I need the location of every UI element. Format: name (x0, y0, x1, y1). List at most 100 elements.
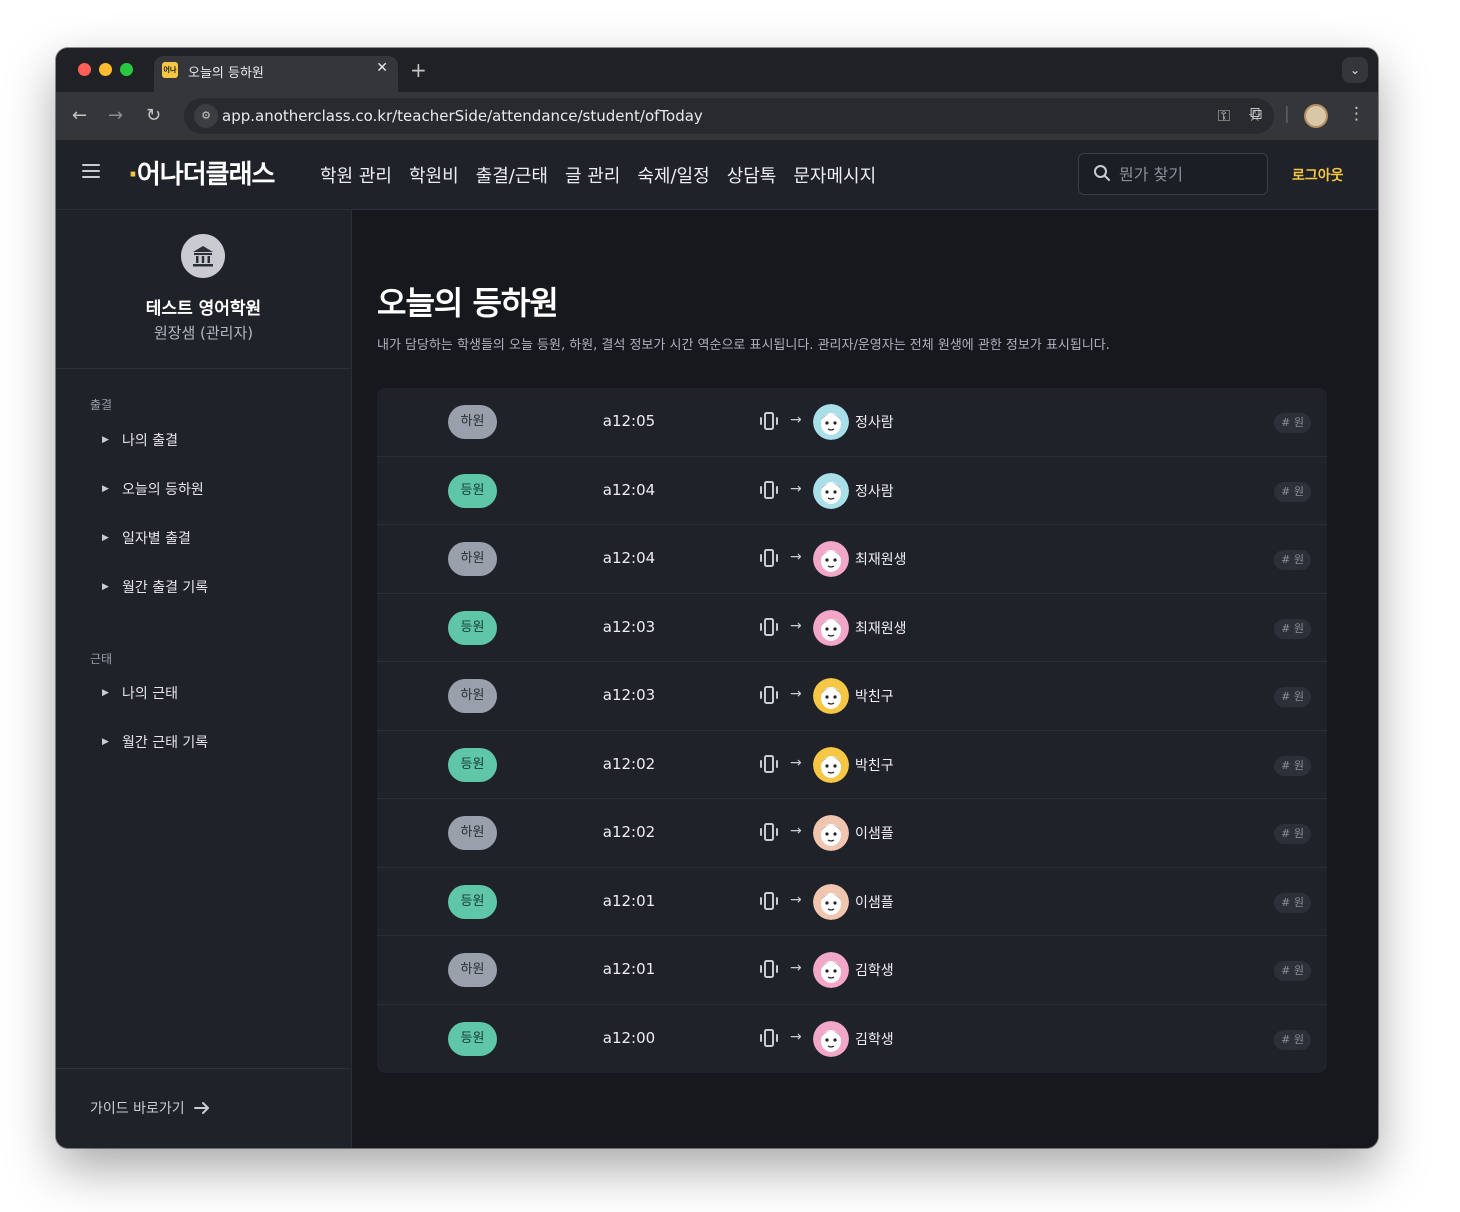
class-tag[interactable]: # 원 (1274, 824, 1311, 844)
arrow-right-icon: → (790, 686, 802, 702)
nav-consult-chat[interactable]: 상담톡 (727, 162, 777, 188)
forward-icon[interactable]: → (108, 104, 123, 128)
arrow-right-icon: → (790, 1028, 802, 1045)
sidebar-item-today-attendance[interactable]: ▶ 오늘의 등하원 (102, 479, 204, 499)
student-avatar[interactable] (813, 678, 849, 714)
attendance-time: a12:04 (602, 549, 656, 567)
close-window-button[interactable] (78, 63, 91, 76)
sidebar-item-my-attendance[interactable]: ▶ 나의 출결 (102, 430, 178, 450)
extensions-icon[interactable]: ⧉ (1250, 104, 1262, 124)
close-icon[interactable]: ✕ (376, 60, 388, 76)
search-input[interactable] (1119, 160, 1259, 188)
guide-link[interactable]: 가이드 바로가기 (90, 1098, 211, 1118)
student-name[interactable]: 김학생 (855, 960, 894, 980)
sidebar-item-label: 나의 근태 (122, 686, 178, 702)
student-name[interactable]: 김학생 (855, 1029, 894, 1049)
sidebar: 테스트 영어학원 원장샘 (관리자) 출결 ▶ 나의 출결 ▶ 오늘의 등하원 … (56, 210, 352, 1148)
student-name[interactable]: 최재원생 (855, 549, 907, 569)
status-badge: 등원 (448, 1021, 497, 1056)
status-badge: 등원 (448, 884, 497, 919)
student-name[interactable]: 정사람 (855, 412, 894, 432)
student-avatar[interactable] (813, 541, 849, 577)
minimize-window-button[interactable] (99, 63, 112, 76)
table-row[interactable]: 등원 a12:01 → 이샘플 # 원 (377, 868, 1327, 936)
attendance-time: a12:04 (602, 480, 656, 499)
search-box[interactable] (1078, 153, 1268, 195)
student-name[interactable]: 이샘플 (855, 892, 894, 912)
key-icon[interactable]: ⚿ (1218, 106, 1230, 126)
attendance-time: a12:02 (602, 754, 656, 773)
attendance-time: a12:00 (602, 1028, 656, 1047)
table-row[interactable]: 하원 a12:03 → 박친구 # 원 (377, 662, 1327, 731)
toolbar-divider: | (1284, 104, 1290, 124)
nav-tuition[interactable]: 학원비 (409, 162, 459, 188)
table-row[interactable]: 하원 a12:04 → 최재원생 # 원 (377, 525, 1327, 594)
class-tag[interactable]: # 원 (1274, 961, 1311, 981)
nav-attendance[interactable]: 출결/근태 (476, 162, 548, 188)
class-tag[interactable]: # 원 (1274, 687, 1311, 707)
table-row[interactable]: 등원 a12:04 → 정사람 # 원 (377, 457, 1327, 525)
student-name[interactable]: 이샘플 (855, 823, 894, 843)
student-avatar[interactable] (813, 746, 849, 783)
student-avatar[interactable] (813, 815, 849, 851)
student-avatar[interactable] (813, 404, 849, 440)
reload-icon[interactable]: ↻ (146, 104, 161, 128)
profile-avatar[interactable] (1304, 104, 1328, 128)
maximize-window-button[interactable] (120, 63, 133, 76)
app-header: ·어나더클래스 학원 관리 학원비 출결/근태 글 관리 숙제/일정 상담톡 문… (56, 140, 1378, 210)
status-badge: 등원 (448, 747, 497, 782)
table-row[interactable]: 등원 a12:00 → 김학생 # 원 (377, 1005, 1327, 1074)
sidebar-item-label: 일자별 출결 (122, 531, 191, 547)
sidebar-item-my-work[interactable]: ▶ 나의 근태 (102, 683, 178, 703)
site-settings-icon[interactable]: ⚙ (194, 104, 218, 128)
student-avatar[interactable] (813, 883, 849, 920)
app-logo[interactable]: ·어나더클래스 (128, 154, 275, 191)
device-icon (760, 686, 778, 704)
class-tag[interactable]: # 원 (1274, 413, 1311, 433)
student-name[interactable]: 최재원생 (855, 618, 907, 638)
student-avatar[interactable] (813, 609, 849, 646)
arrow-right-icon: → (790, 754, 802, 771)
student-name[interactable]: 박친구 (855, 755, 894, 775)
nav-homework-schedule[interactable]: 숙제/일정 (637, 162, 709, 188)
table-row[interactable]: 등원 a12:02 → 박친구 # 원 (377, 731, 1327, 799)
logout-button[interactable]: 로그아웃 (1292, 165, 1344, 185)
page-description: 내가 담당하는 학생들의 오늘 등원, 하원, 결석 정보가 시간 역순으로 표… (377, 338, 1110, 353)
back-icon[interactable]: ← (72, 104, 87, 128)
url-text[interactable]: app.anotherclass.co.kr/teacherSide/atten… (222, 107, 703, 125)
attendance-time: a12:03 (602, 686, 656, 704)
page-title: 오늘의 등하원 (377, 284, 559, 322)
attendance-time: a12:03 (602, 617, 656, 636)
address-bar[interactable]: ⚙ app.anotherclass.co.kr/teacherSide/att… (184, 98, 1274, 134)
class-tag[interactable]: # 원 (1274, 481, 1311, 502)
nav-academy-management[interactable]: 학원 관리 (320, 162, 392, 188)
nav-sms[interactable]: 문자메시지 (793, 162, 876, 188)
sidebar-item-label: 나의 출결 (122, 433, 178, 449)
sidebar-item-monthly-work[interactable]: ▶ 월간 근태 기록 (102, 732, 208, 752)
nav-posts[interactable]: 글 관리 (565, 162, 620, 188)
student-name[interactable]: 박친구 (855, 686, 894, 706)
chevron-down-icon[interactable]: ⌄ (1342, 57, 1368, 83)
more-menu-icon[interactable]: ⋮ (1348, 104, 1365, 124)
status-badge: 하원 (448, 405, 497, 439)
sidebar-item-daily-attendance[interactable]: ▶ 일자별 출결 (102, 528, 191, 548)
table-row[interactable]: 하원 a12:02 → 이샘플 # 원 (377, 799, 1327, 868)
browser-tab[interactable]: 어나 오늘의 등하원 ✕ (154, 56, 398, 92)
table-row[interactable]: 등원 a12:03 → 최재원생 # 원 (377, 594, 1327, 662)
student-avatar[interactable] (813, 1020, 849, 1057)
sidebar-item-monthly-attendance[interactable]: ▶ 월간 출결 기록 (102, 577, 208, 597)
device-icon (760, 754, 778, 773)
table-row[interactable]: 하원 a12:01 → 김학생 # 원 (377, 936, 1327, 1005)
menu-icon[interactable] (82, 164, 100, 178)
class-tag[interactable]: # 원 (1274, 550, 1311, 570)
student-name[interactable]: 정사람 (855, 481, 894, 501)
class-tag[interactable]: # 원 (1274, 1029, 1311, 1050)
class-tag[interactable]: # 원 (1274, 755, 1311, 776)
new-tab-button[interactable]: + (410, 58, 427, 82)
class-tag[interactable]: # 원 (1274, 618, 1311, 639)
student-avatar[interactable] (813, 952, 849, 988)
class-tag[interactable]: # 원 (1274, 892, 1311, 913)
attendance-time: a12:02 (602, 823, 656, 841)
table-row[interactable]: 하원 a12:05 → 정사람 # 원 (377, 388, 1327, 457)
student-avatar[interactable] (813, 472, 849, 509)
